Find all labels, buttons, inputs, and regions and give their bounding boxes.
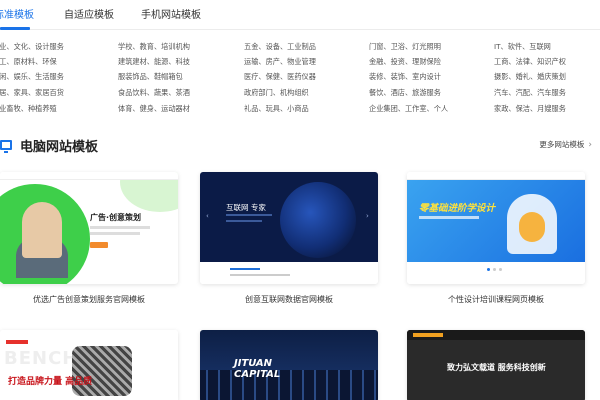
preview-text-line — [226, 220, 262, 222]
preview-text-line — [419, 216, 479, 219]
template-card[interactable]: 互联网 专家 ‹ › — [200, 172, 378, 284]
template-card[interactable]: JITUAN CAPITAL — [200, 330, 378, 400]
logo — [413, 333, 443, 337]
category-link[interactable]: 餐饮、酒店、旅游服务 — [369, 86, 441, 100]
chevron-right-icon: › — [366, 212, 369, 220]
section-title: 电脑网站模板 — [20, 139, 99, 155]
preview-content — [200, 262, 378, 284]
active-tab-indicator — [0, 27, 30, 30]
preview-navbar — [0, 172, 178, 180]
preview-content — [407, 262, 585, 284]
template-card[interactable]: BENCH 打造品牌力量 高品质 — [0, 330, 178, 400]
category-row: 企业、文化、设计服务 学校、教育、培训机构 五金、设备、工业制品 门窗、卫浴、灯… — [0, 40, 600, 54]
preview-watermark: BENCH — [4, 348, 79, 369]
template-card[interactable]: 致力弘文载道 服务科技创新 — [407, 330, 585, 400]
carousel-dot — [487, 268, 490, 271]
category-link[interactable]: 政府部门、机构组织 — [244, 86, 309, 100]
category-link[interactable]: 运输、房产、物业管理 — [244, 55, 316, 69]
tab-responsive-templates[interactable]: 自适应模板 — [64, 6, 114, 21]
preview-hero-text: 致力弘文载道 服务科技创新 — [447, 363, 546, 372]
category-link[interactable]: 金融、投资、理财保险 — [369, 55, 441, 69]
section-heading: 电脑网站模板 — [0, 136, 99, 155]
category-link[interactable]: IT、软件、互联网 — [494, 40, 551, 54]
preview-hero-text: JITUAN CAPITAL — [234, 358, 281, 380]
category-link[interactable]: 礼品、玩具、小商品 — [244, 102, 309, 116]
preview-text-line — [230, 268, 260, 270]
category-link[interactable]: 五金、设备、工业制品 — [244, 40, 316, 54]
category-link[interactable]: 食品饮料、蔬果、茶酒 — [118, 86, 190, 100]
globe-image — [280, 182, 356, 258]
category-link[interactable]: 化工、原材料、环保 — [0, 55, 57, 69]
carousel-dot — [499, 268, 502, 271]
category-link[interactable]: 医疗、保健、医药仪器 — [244, 70, 316, 84]
category-link[interactable]: 体育、健身、运动器材 — [118, 102, 190, 116]
preview-navbar — [407, 172, 585, 180]
category-row: 家居、家具、家居百货 食品饮料、蔬果、茶酒 政府部门、机构组织 餐饮、酒店、旅游… — [0, 86, 600, 100]
carousel-dot — [493, 268, 496, 271]
category-link[interactable]: 摄影、婚礼、婚庆策划 — [494, 70, 566, 84]
category-link[interactable]: 门窗、卫浴、灯光照明 — [369, 40, 441, 54]
person-image — [519, 212, 545, 242]
category-link[interactable]: 企业、文化、设计服务 — [0, 40, 64, 54]
category-link[interactable]: 家居、家具、家居百货 — [0, 86, 64, 100]
category-link[interactable]: 企业集团、工作室、个人 — [369, 102, 448, 116]
category-link[interactable]: 家政、保洁、月嫂服务 — [494, 102, 566, 116]
preview-hero-text: 广告·创意策划 — [90, 213, 142, 222]
category-link[interactable]: 学校、教育、培训机构 — [118, 40, 190, 54]
preview-hero-text: 零基础进阶学设计 — [419, 203, 496, 214]
logo — [6, 340, 28, 344]
preview-text-line — [90, 226, 150, 229]
template-card-caption[interactable]: 创意互联网数据官网模板 — [200, 294, 378, 305]
category-link[interactable]: 工商、法律、知识产权 — [494, 55, 566, 69]
category-link[interactable]: 建筑建材、能源、科技 — [118, 55, 190, 69]
preview-text-line — [226, 214, 272, 216]
more-templates-label: 更多网站模板 — [539, 140, 585, 149]
category-link[interactable]: 休闲、娱乐、生活服务 — [0, 70, 64, 84]
monitor-icon — [0, 140, 12, 153]
preview-button — [90, 242, 108, 248]
category-link[interactable]: 汽车、汽配、汽车服务 — [494, 86, 566, 100]
chevron-left-icon: ‹ — [206, 212, 209, 220]
category-link[interactable]: 服装饰品、鞋帽箱包 — [118, 70, 183, 84]
tab-standard-templates[interactable]: 标准模板 — [0, 6, 34, 21]
category-link[interactable]: 农业畜牧、种植养殖 — [0, 102, 57, 116]
engine-image — [72, 346, 132, 396]
city-skyline-image — [200, 370, 378, 400]
person-image — [22, 202, 62, 258]
preview-hero — [407, 180, 585, 262]
template-card[interactable]: 广告·创意策划 — [0, 172, 178, 284]
preview-text-line — [90, 232, 140, 235]
category-row: 化工、原材料、环保 建筑建材、能源、科技 运输、房产、物业管理 金融、投资、理财… — [0, 55, 600, 69]
chevron-right-icon: › — [588, 140, 592, 150]
category-link[interactable]: 装修、装饰、室内设计 — [369, 70, 441, 84]
more-templates-link[interactable]: 更多网站模板 › — [539, 139, 592, 150]
preview-hero-text: 打造品牌力量 高品质 — [8, 377, 93, 387]
template-card[interactable]: 零基础进阶学设计 — [407, 172, 585, 284]
template-type-tabs: 标准模板 自适应模板 手机网站模板 — [0, 0, 600, 30]
template-card-caption[interactable]: 优选广告创意策划服务官网模板 — [0, 294, 178, 305]
preview-hero-text: 互联网 专家 — [226, 203, 266, 212]
tab-mobile-templates[interactable]: 手机网站模板 — [141, 6, 201, 21]
template-card-caption[interactable]: 个性设计培训课程网页模板 — [407, 294, 585, 305]
category-row: 休闲、娱乐、生活服务 服装饰品、鞋帽箱包 医疗、保健、医药仪器 装修、装饰、室内… — [0, 70, 600, 84]
preview-text-line — [230, 274, 290, 276]
category-row: 农业畜牧、种植养殖 体育、健身、运动器材 礼品、玩具、小商品 企业集团、工作室、… — [0, 102, 600, 116]
